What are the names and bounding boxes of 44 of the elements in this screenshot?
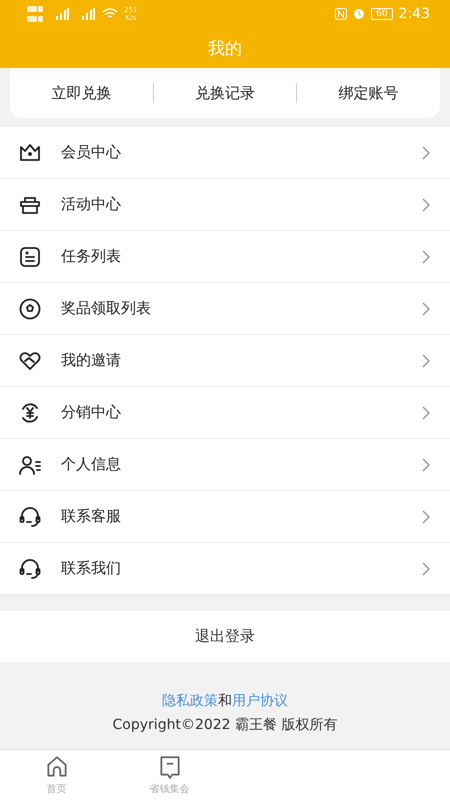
copyright-text: Copyright©2022 霸王餐 版权所有 — [112, 716, 338, 734]
chevron-right-icon — [422, 562, 430, 576]
star-badge-icon — [18, 296, 42, 320]
menu-label: 个人信息 — [61, 455, 122, 474]
chevron-right-icon — [422, 354, 430, 368]
battery-level: 60 — [371, 8, 393, 20]
wifi-icon — [102, 8, 118, 20]
chevron-right-icon — [422, 146, 430, 160]
menu-label: 活动中心 — [61, 195, 122, 214]
menu-label: 会员中心 — [61, 143, 122, 162]
chevron-right-icon — [422, 458, 430, 472]
chevron-right-icon — [422, 302, 430, 316]
headset-icon — [18, 556, 42, 580]
chevron-right-icon — [422, 406, 430, 420]
menu-label: 联系我们 — [61, 559, 122, 578]
menu-row[interactable]: 联系客服 — [0, 491, 450, 543]
list-icon — [18, 244, 42, 268]
menu-row[interactable]: 奖品领取列表 — [0, 283, 450, 335]
headset-icon — [18, 504, 42, 528]
nfc-icon — [335, 8, 348, 20]
action-tab[interactable]: 立即兑换 — [10, 68, 153, 118]
alarm-icon — [353, 8, 366, 20]
menu-row[interactable]: 会员中心 — [0, 127, 450, 179]
menu-row[interactable]: 任务列表 — [0, 231, 450, 283]
menu-label: 联系客服 — [61, 507, 122, 526]
sim-status-icon — [26, 4, 44, 24]
clock-time: 2:43 — [398, 6, 430, 22]
menu-row[interactable]: 个人信息 — [0, 439, 450, 491]
menu-label: 分销中心 — [61, 403, 122, 422]
menu-label: 任务列表 — [61, 247, 122, 266]
action-tab[interactable]: 绑定账号 — [297, 68, 440, 118]
menu-label: 我的邀请 — [61, 351, 122, 370]
chevron-right-icon — [422, 510, 430, 524]
menu-row[interactable]: 我的邀请 — [0, 335, 450, 387]
menu-label: 奖品领取列表 — [61, 299, 152, 318]
logout-button[interactable]: 退出登录 — [0, 611, 450, 662]
chevron-right-icon — [422, 250, 430, 264]
policy-links: 隐私政策和用户协议 — [162, 692, 288, 710]
chevron-right-icon — [422, 198, 430, 212]
action-tab[interactable]: 兑换记录 — [154, 68, 296, 118]
menu-row[interactable]: 活动中心 — [0, 179, 450, 231]
menu-row[interactable]: 联系我们 — [0, 543, 450, 595]
page-title: 我的 — [208, 38, 242, 60]
menu-row[interactable]: 分销中心 — [0, 387, 450, 439]
